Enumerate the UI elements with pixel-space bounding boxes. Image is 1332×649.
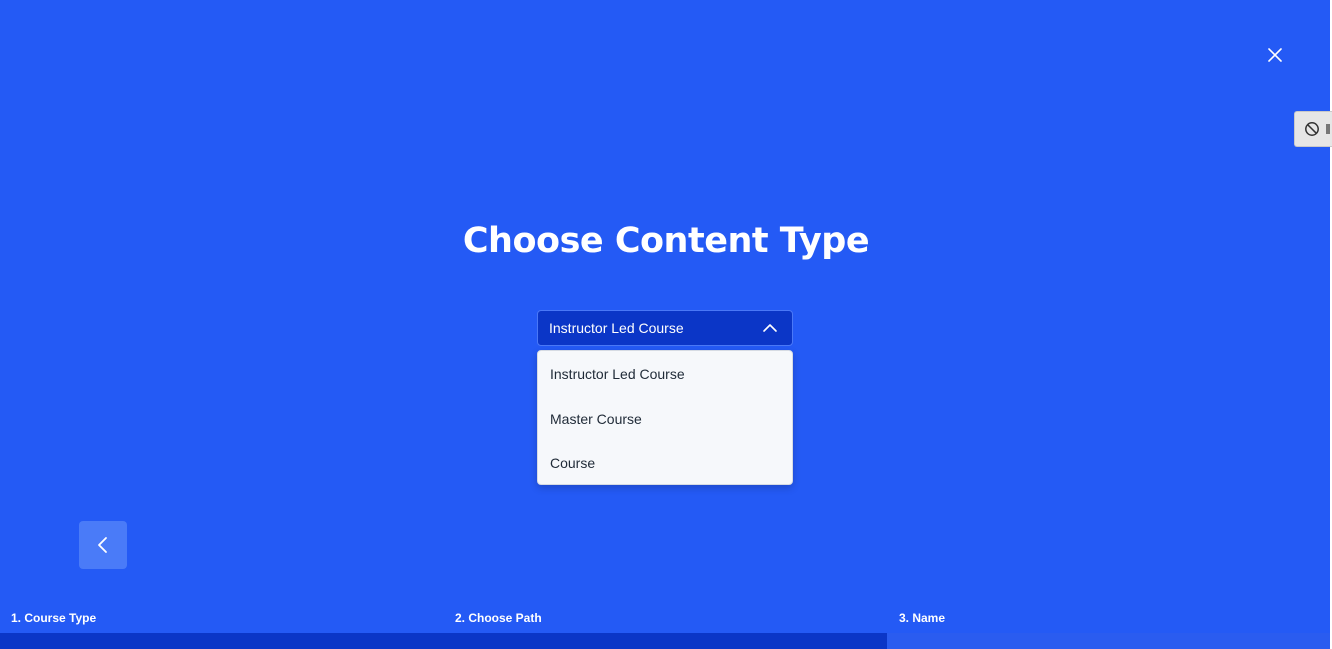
step-2-label: 2. Choose Path — [455, 611, 542, 625]
back-button[interactable] — [79, 521, 127, 569]
content-type-wizard: Choose Content Type Instructor Led Cours… — [0, 0, 1332, 649]
side-panel-tab[interactable] — [1294, 111, 1332, 147]
option-master-course[interactable]: Master Course — [538, 397, 792, 442]
close-icon — [1268, 48, 1282, 62]
page-title: Choose Content Type — [462, 221, 870, 261]
option-course[interactable]: Course — [538, 441, 792, 486]
step-3-label: 3. Name — [899, 611, 946, 625]
block-icon — [1305, 122, 1319, 136]
content-type-select[interactable]: Instructor Led Course — [537, 310, 793, 346]
wizard-progress-bar — [0, 633, 1330, 649]
chevron-left-icon — [98, 537, 107, 553]
close-button[interactable] — [1264, 44, 1286, 66]
selected-value: Instructor Led Course — [549, 320, 684, 336]
progress-fill — [0, 633, 887, 649]
chevron-up-icon — [763, 324, 777, 332]
content-type-options-menu: Instructor Led Course Master Course Cour… — [537, 350, 793, 485]
option-instructor-led-course[interactable]: Instructor Led Course — [538, 352, 792, 397]
side-tab-edge — [1326, 124, 1330, 134]
step-1-label: 1. Course Type — [11, 611, 97, 625]
